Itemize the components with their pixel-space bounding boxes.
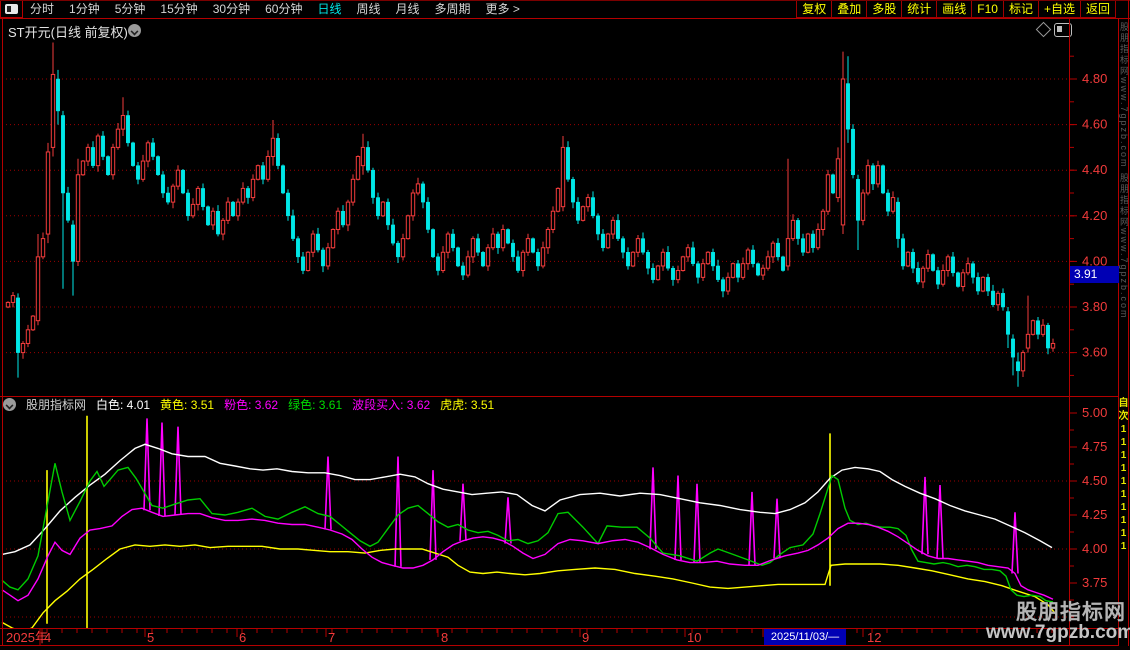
indicator-value-白色: 白色: 4.01 — [96, 398, 150, 412]
tool-button-标记[interactable]: 标记 — [1003, 0, 1039, 18]
date-badge: 2025/11/03/— — [764, 629, 846, 645]
frame-right — [1128, 0, 1129, 650]
period-item-多周期[interactable]: 多周期 — [435, 0, 471, 18]
svg-text:4.75: 4.75 — [1082, 439, 1107, 454]
app-logo-button[interactable] — [0, 0, 23, 18]
last-price-badge: 3.91 — [1070, 266, 1119, 283]
indicator-value-虎虎: 虎虎: 3.51 — [440, 398, 494, 412]
indicator-name: 股朋指标网 — [26, 398, 86, 412]
svg-text:5: 5 — [147, 630, 154, 645]
svg-text:7: 7 — [328, 630, 335, 645]
svg-text:6: 6 — [239, 630, 246, 645]
indicator-value-黄色: 黄色: 3.51 — [160, 398, 214, 412]
svg-text:4.25: 4.25 — [1082, 507, 1107, 522]
period-item-周线[interactable]: 周线 — [356, 0, 380, 18]
period-menu: 分时 1分钟 5分钟 15分钟 30分钟 60分钟日线周线月线多周期更多 > — [30, 0, 520, 18]
tool-button-叠加[interactable]: 叠加 — [831, 0, 867, 18]
period-item-60分钟[interactable]: 60分钟 — [265, 0, 302, 18]
tool-button-画线[interactable]: 画线 — [936, 0, 972, 18]
tool-button-多股[interactable]: 多股 — [866, 0, 902, 18]
tool-button-F10[interactable]: F10 — [971, 0, 1004, 18]
svg-text:9: 9 — [582, 630, 589, 645]
indicator-value-波段买入: 波段买入: 3.62 — [352, 398, 430, 412]
frame-top — [0, 0, 1130, 1]
main-candlestick-chart[interactable]: 4.804.604.404.204.003.803.60 — [0, 40, 1130, 397]
tool-button-返回[interactable]: 返回 — [1080, 0, 1116, 18]
svg-text:4: 4 — [44, 630, 51, 645]
tool-button-统计[interactable]: 统计 — [901, 0, 937, 18]
indicator-header: 股朋指标网白色: 4.01 黄色: 3.51 粉色: 3.62 绿色: 3.61 波段买… — [0, 397, 1060, 412]
svg-text:12: 12 — [867, 630, 881, 645]
tool-button-+自选[interactable]: +自选 — [1038, 0, 1081, 18]
indicator-value-粉色: 粉色: 3.62 — [224, 398, 278, 412]
svg-text:4.50: 4.50 — [1082, 473, 1107, 488]
period-item-5分钟[interactable]: 5分钟 — [115, 0, 146, 18]
svg-text:4.40: 4.40 — [1082, 162, 1107, 177]
svg-text:4.00: 4.00 — [1082, 541, 1107, 556]
watermark-site-url: www.7gpzb.com — [986, 622, 1130, 644]
svg-text:8: 8 — [441, 630, 448, 645]
svg-text:5.00: 5.00 — [1082, 405, 1107, 420]
period-item-更多 >[interactable]: 更多 > — [486, 0, 520, 18]
svg-text:4.80: 4.80 — [1082, 71, 1107, 86]
svg-text:3.75: 3.75 — [1082, 575, 1107, 590]
svg-text:4.20: 4.20 — [1082, 208, 1107, 223]
candles — [6, 43, 1054, 387]
frame-left — [2, 18, 3, 646]
svg-text:10: 10 — [687, 630, 701, 645]
line-粉色 — [2, 508, 1053, 601]
period-item-30分钟[interactable]: 30分钟 — [213, 0, 250, 18]
period-item-1分钟[interactable]: 1分钟 — [69, 0, 100, 18]
axis-divider — [1069, 19, 1070, 646]
period-item-分时[interactable]: 分时 — [30, 0, 54, 18]
chevron-down-icon[interactable] — [128, 24, 141, 37]
indicator-value-绿色: 绿色: 3.61 — [288, 398, 342, 412]
tool-button-复权[interactable]: 复权 — [796, 0, 832, 18]
svg-text:4.60: 4.60 — [1082, 117, 1107, 132]
period-item-15分钟[interactable]: 15分钟 — [160, 0, 197, 18]
svg-text:3.60: 3.60 — [1082, 345, 1107, 360]
diamond-icon[interactable] — [1036, 22, 1052, 38]
period-item-月线[interactable]: 月线 — [396, 0, 420, 18]
tool-menu: 复权叠加多股统计画线F10标记+自选返回 — [797, 0, 1116, 18]
top-menu-bar: 分时 1分钟 5分钟 15分钟 30分钟 60分钟日线周线月线多周期更多 > 复权叠加多股… — [0, 0, 1130, 19]
chart-title: ST开元(日线 前复权) — [8, 22, 128, 41]
indicator-panel-chart[interactable]: 5.00 4.75 4.50 4.25 4.00 3.75 — [0, 397, 1130, 628]
svg-text:3.80: 3.80 — [1082, 299, 1107, 314]
line-黄色 — [2, 545, 1056, 628]
frame-under-menu — [0, 18, 1130, 19]
chevron-down-icon[interactable] — [3, 398, 16, 411]
title-row: ST开元(日线 前复权) — [0, 19, 1130, 40]
svg-text:2025年: 2025年 — [6, 630, 48, 645]
app-logo-icon — [5, 4, 18, 14]
app-window: 分时 1分钟 5分钟 15分钟 30分钟 60分钟日线周线月线多周期更多 > 复权叠加多股… — [0, 0, 1130, 650]
period-item-日线[interactable]: 日线 — [317, 0, 341, 18]
strip-divider-left — [1118, 18, 1119, 650]
cutoff-row — [0, 646, 1130, 650]
